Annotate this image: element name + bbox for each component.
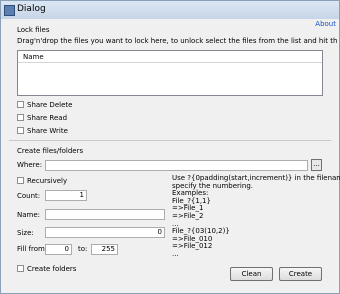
size-label: Size: (17, 229, 34, 237)
share-read-checkbox[interactable]: Share Read (17, 113, 67, 122)
create-folders-checkbox[interactable]: Create folders (17, 264, 76, 273)
name-input[interactable] (45, 209, 165, 220)
fill-to-input[interactable]: 255 (91, 244, 118, 255)
title-bar[interactable]: Dialog (1, 1, 339, 19)
recursively-label: Recursively (27, 176, 68, 185)
create-folders-label: Create folders (27, 264, 77, 273)
share-delete-label: Share Delete (27, 100, 73, 109)
share-delete-checkbox[interactable]: Share Delete (17, 100, 72, 109)
list-header[interactable]: Name (18, 51, 322, 63)
fill-from-input[interactable]: 0 (45, 244, 72, 255)
recursively-checkbox[interactable]: Recursively (17, 176, 67, 185)
numbering-help-text: Use ?{0padding(start,increment)} in the … (172, 174, 340, 259)
create-section-title: Create files/folders (17, 147, 84, 155)
list-header-name: Name (23, 53, 44, 61)
about-link[interactable]: About (315, 20, 336, 28)
name-label: Name: (17, 211, 41, 219)
share-read-box[interactable] (17, 114, 24, 121)
create-button[interactable]: Create (279, 267, 322, 281)
help-line: =>File_2 (172, 211, 204, 220)
section-divider (9, 140, 331, 141)
locked-files-list[interactable]: Name (17, 50, 323, 96)
size-input[interactable]: 0 (45, 227, 165, 238)
recursively-box[interactable] (17, 177, 24, 184)
app-icon (4, 5, 15, 16)
lock-files-instructions: Drag'n'drop the files you want to lock h… (17, 37, 337, 45)
share-delete-box[interactable] (17, 101, 24, 108)
share-write-box[interactable] (17, 127, 24, 134)
share-read-label: Share Read (27, 113, 68, 122)
where-input[interactable] (45, 160, 308, 171)
help-line: =>File_012 (172, 242, 213, 251)
create-folders-box[interactable] (17, 265, 24, 272)
window-title: Dialog (17, 4, 46, 14)
count-label: Count: (17, 192, 41, 200)
browse-button[interactable]: ... (311, 159, 322, 171)
help-line: ... (172, 249, 179, 258)
share-write-label: Share Write (27, 126, 68, 135)
dialog-window: Dialog About Lock files Drag'n'drop the … (0, 0, 340, 294)
fill-from-label: Fill from: (17, 245, 48, 253)
where-label: Where: (17, 161, 43, 169)
fill-to-label: to: (78, 245, 88, 253)
lock-files-section-title: Lock files (17, 26, 50, 34)
count-input[interactable]: 1 (45, 190, 87, 201)
clean-button[interactable]: Clean (230, 267, 273, 281)
share-write-checkbox[interactable]: Share Write (17, 126, 68, 135)
